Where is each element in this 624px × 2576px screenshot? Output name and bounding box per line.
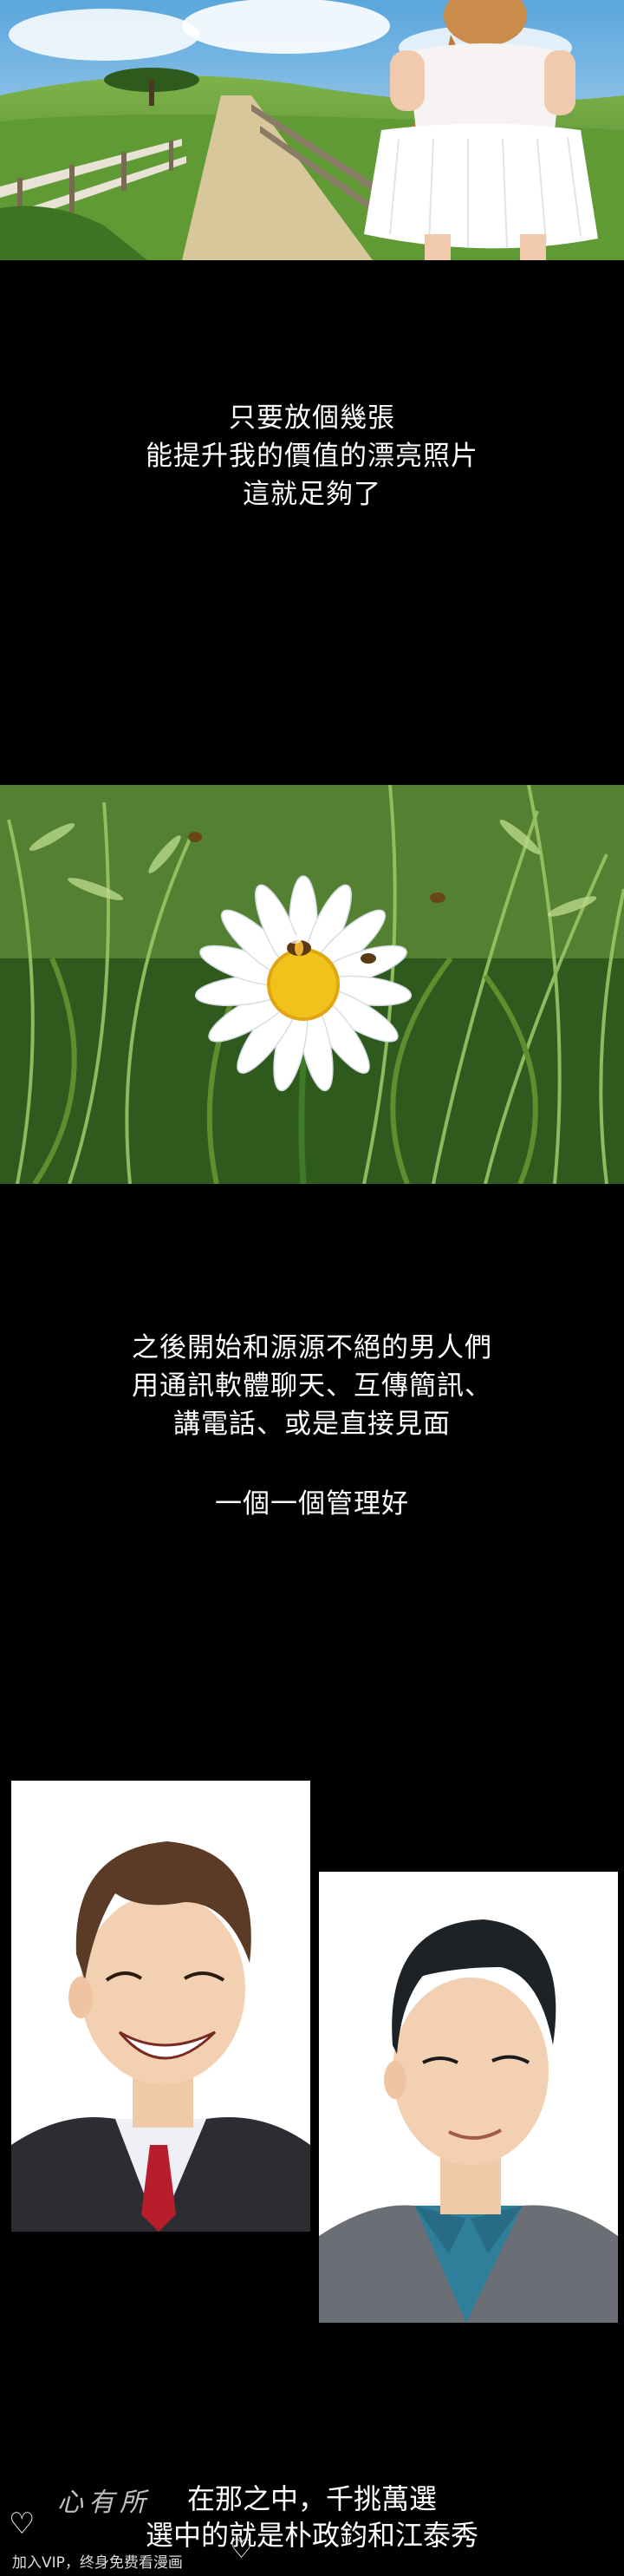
watermark-script-text: 心有所	[57, 2488, 151, 2518]
bee-icon	[188, 832, 202, 842]
countryside-road-illustration	[0, 0, 624, 260]
narration-block-1: 只要放個幾張 能提升我的價值的漂亮照片 這就足夠了	[0, 399, 624, 513]
panel-man-red-tie	[9, 1778, 313, 2234]
narration-line: 之後開始和源源不絕的男人們	[132, 1332, 492, 1363]
watermark-note: 加入VIP，终身免费看漫画	[12, 2554, 183, 2572]
panel-daisy-grass	[0, 785, 624, 1184]
panel-countryside-road	[0, 0, 624, 260]
narration-block-3: 一個一個管理好	[0, 1485, 624, 1523]
bee-icon	[430, 892, 445, 903]
bee-icon	[361, 953, 376, 964]
daisy-bee-illustration	[0, 785, 624, 1184]
man-teal-shirt-illustration	[319, 1872, 618, 2323]
narration-line: 一個一個管理好	[215, 1488, 409, 1520]
narration-line: 講電話、或是直接見面	[173, 1409, 451, 1440]
heart-icon: ♡	[230, 2534, 253, 2565]
heart-icon: ♡	[9, 2507, 36, 2541]
narration-block-2: 之後開始和源源不絕的男人們 用通訊軟體聊天、互傳簡訊、 講電話、或是直接見面	[0, 1329, 624, 1443]
narration-line: 用通訊軟體聊天、互傳簡訊、	[132, 1370, 492, 1402]
narration-line: 能提升我的價值的漂亮照片	[146, 441, 478, 472]
narration-line: 選中的就是朴政鈞和江泰秀	[145, 2519, 478, 2552]
panel-man-teal-shirt	[316, 1869, 621, 2325]
narration-line: 這就足夠了	[243, 479, 381, 510]
man-red-tie-illustration	[11, 1781, 310, 2232]
narration-line: 只要放個幾張	[229, 402, 395, 434]
